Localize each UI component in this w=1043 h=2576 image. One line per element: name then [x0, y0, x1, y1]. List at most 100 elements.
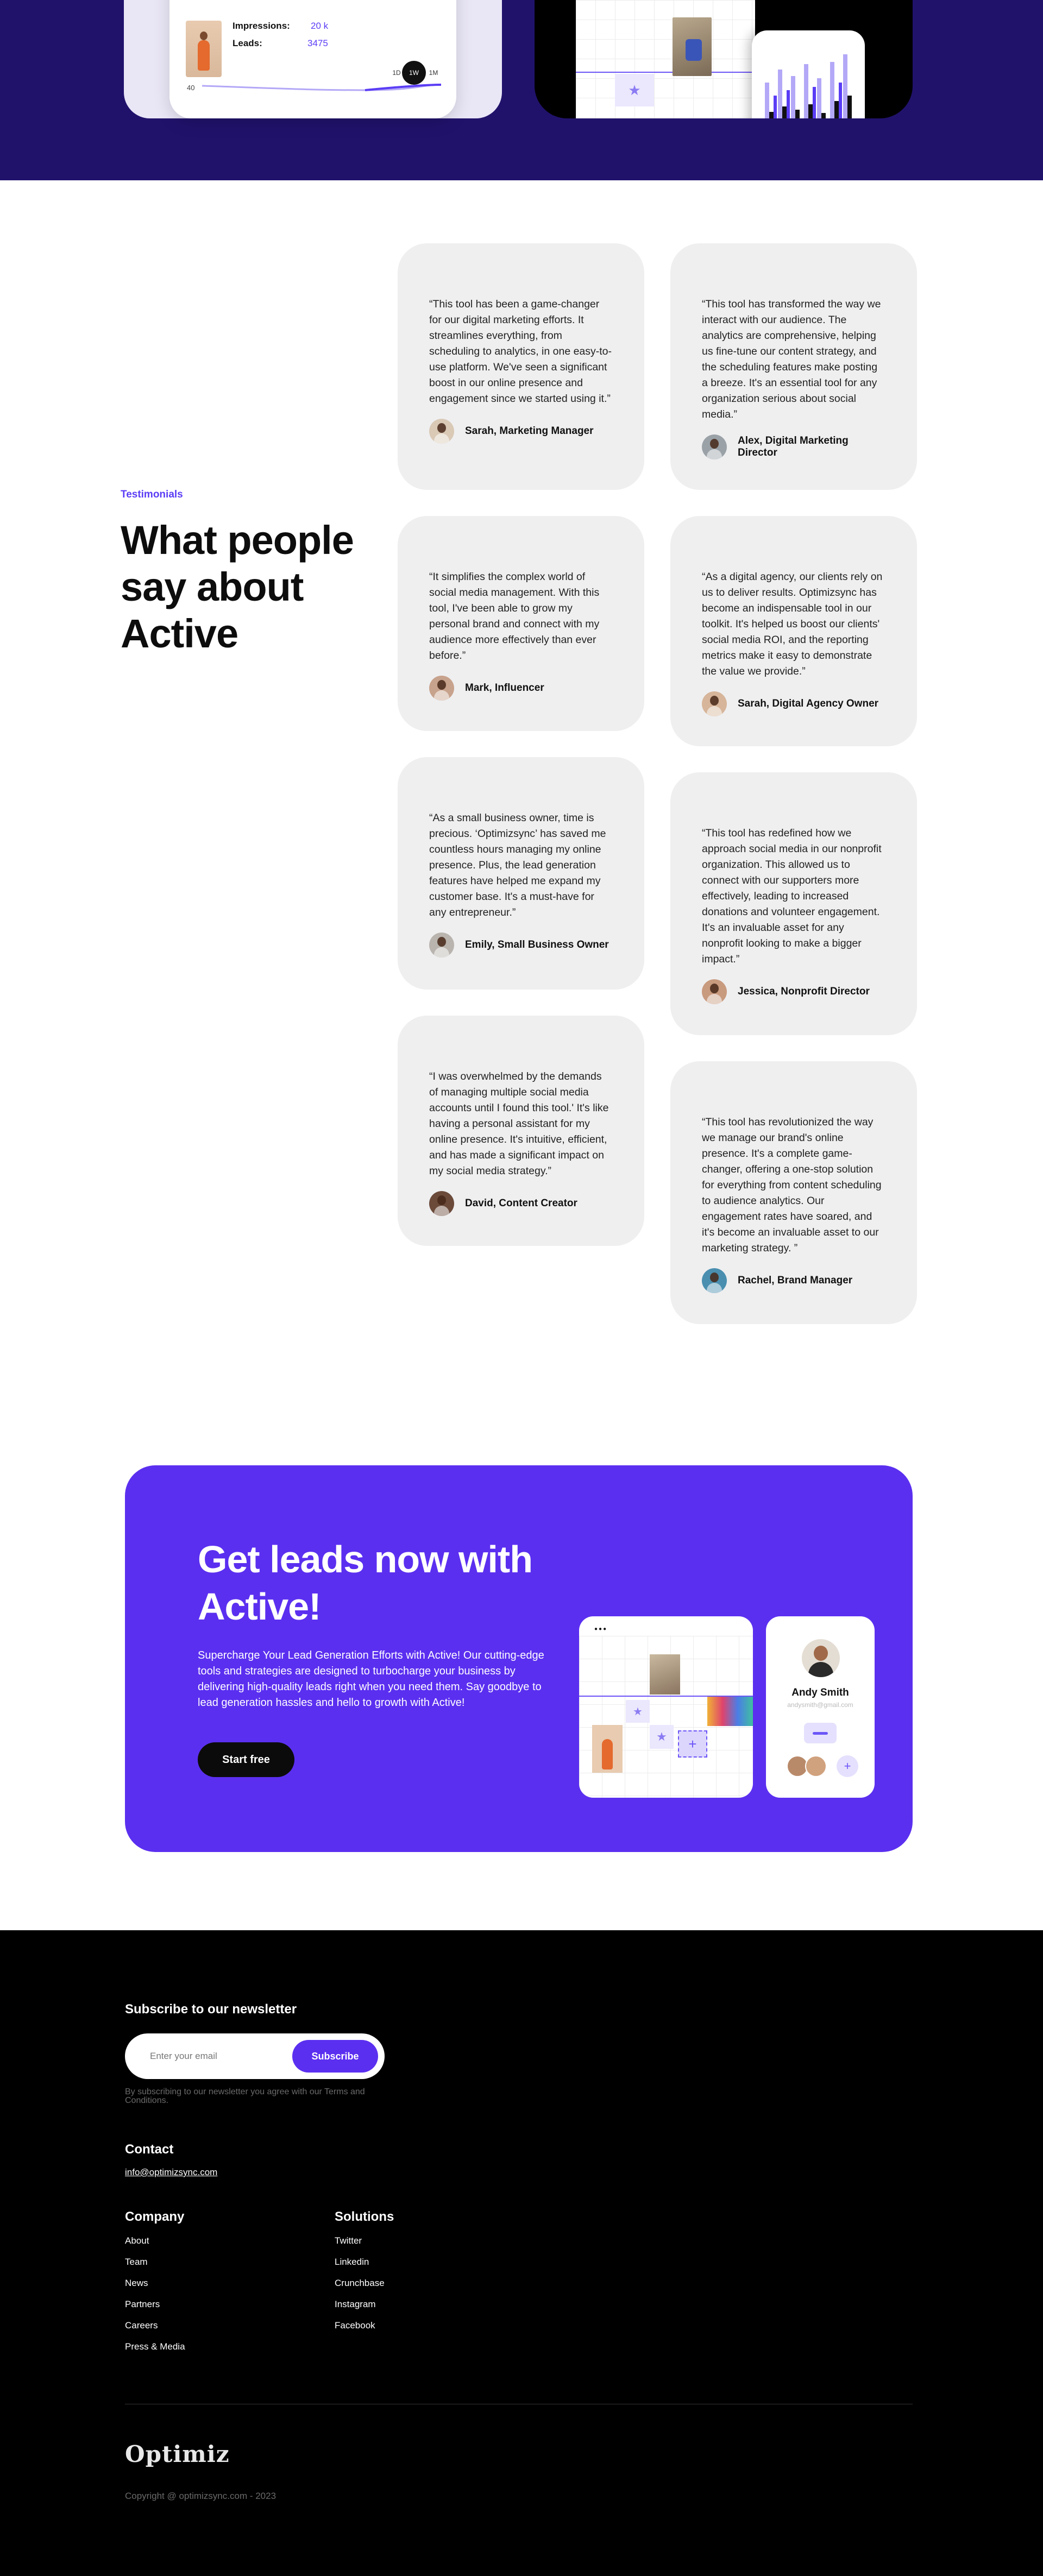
footer-link-instagram[interactable]: Instagram: [335, 2299, 376, 2310]
newsletter-title: Subscribe to our newsletter: [125, 2002, 297, 2017]
profile-card: Andy Smith andysmith@gmail.com +: [766, 1616, 875, 1798]
axis-value: 40: [187, 84, 195, 92]
solutions-title: Solutions: [335, 2209, 394, 2224]
leads-value: 3475: [307, 38, 328, 48]
hero-bottom-band: Impressions: 20 k Leads: 3475 1D 1W 1M 4…: [0, 0, 1043, 180]
testimonial-card: “This tool has transformed the way we in…: [670, 243, 917, 490]
testimonial-quote: “It simplifies the complex world of soci…: [429, 571, 600, 662]
brand-logo[interactable]: Optimiz: [125, 2441, 230, 2467]
footer-link-linkedin[interactable]: Linkedin: [335, 2257, 369, 2268]
testimonial-author: Mark, Influencer: [429, 676, 613, 701]
testimonial-quote: “I was overwhelmed by the demands of man…: [429, 1070, 609, 1177]
avatar: [702, 979, 727, 1004]
contact-title: Contact: [125, 2142, 174, 2157]
star-icon: ★: [650, 1725, 674, 1749]
start-free-button[interactable]: Start free: [198, 1742, 294, 1777]
add-user-icon[interactable]: +: [837, 1755, 858, 1777]
avatar: [429, 1191, 454, 1216]
avatar: [702, 1268, 727, 1293]
testimonials-title: What people say about Active: [121, 518, 354, 656]
avatar: [802, 1639, 840, 1677]
testimonial-author: Jessica, Nonprofit Director: [702, 979, 885, 1004]
leads-label: Leads:: [233, 38, 262, 48]
avatar: [702, 691, 727, 716]
testimonial-quote: “This tool has redefined how we approach…: [702, 827, 882, 965]
author-name: Alex, Digital Marketing Director: [738, 435, 849, 458]
avatar: [702, 434, 727, 459]
grid-divider-line: [576, 72, 755, 73]
testimonial-author: Sarah, Marketing Manager: [429, 419, 613, 444]
newsletter-form: Subscribe: [125, 2033, 385, 2079]
copyright: Copyright @ optimizsync.com - 2023: [125, 2491, 277, 2501]
impressions-sparkline: [202, 84, 441, 91]
testimonial-card: “This tool has revolutionized the way we…: [670, 1061, 917, 1324]
testimonial-card: “As a small business owner, time is prec…: [398, 757, 644, 990]
profile-email: andysmith@gmail.com: [787, 1701, 853, 1709]
testimonial-card: “As a digital agency, our clients rely o…: [670, 516, 917, 746]
analytics-preview-card: Impressions: 20 k Leads: 3475 1D 1W 1M 4…: [124, 0, 502, 118]
impressions-value: 20 k: [311, 21, 329, 31]
testimonial-quote: “As a digital agency, our clients rely o…: [702, 571, 883, 677]
star-icon: ★: [615, 74, 654, 106]
testimonial-author: Alex, Digital Marketing Director: [702, 434, 885, 459]
footer-link-twitter[interactable]: Twitter: [335, 2235, 362, 2246]
minus-button[interactable]: [804, 1723, 837, 1743]
cta-title: Get leads now with Active!: [198, 1538, 533, 1628]
testimonial-quote: “As a small business owner, time is prec…: [429, 812, 606, 918]
window-dots-icon: ●●●: [594, 1626, 608, 1632]
content-grid: [576, 0, 755, 118]
influencer-thumbnail: [186, 21, 222, 77]
testimonial-quote: “This tool has been a game-changer for o…: [429, 298, 612, 405]
content-grid-preview-card: ★: [535, 0, 913, 118]
testimonial-card: “I was overwhelmed by the demands of man…: [398, 1016, 644, 1246]
analytics-preview-inner: Impressions: 20 k Leads: 3475 1D 1W 1M 4…: [169, 0, 456, 118]
avatar: [429, 676, 454, 701]
company-title: Company: [125, 2209, 185, 2224]
avatar: [805, 1755, 827, 1777]
contact-email-link[interactable]: info@optimizsync.com: [125, 2167, 217, 2178]
author-name: Sarah, Marketing Manager: [465, 425, 594, 437]
content-photo: [592, 1725, 623, 1773]
author-name: Rachel, Brand Manager: [738, 1275, 853, 1286]
content-photo: [673, 17, 712, 76]
impressions-label: Impressions:: [233, 21, 290, 31]
testimonial-author: Emily, Small Business Owner: [429, 933, 613, 958]
content-grid-card: ●●● ★ ★ +: [579, 1616, 753, 1798]
star-icon: ★: [626, 1700, 650, 1723]
testimonials-eyebrow: Testimonials: [121, 489, 183, 500]
newsletter-note: By subscribing to our newsletter you agr…: [125, 2087, 365, 2105]
footer-link-partners[interactable]: Partners: [125, 2299, 160, 2310]
cta-text: Supercharge Your Lead Generation Efforts…: [198, 1649, 544, 1709]
add-content-icon[interactable]: +: [678, 1730, 707, 1758]
testimonial-author: Rachel, Brand Manager: [702, 1268, 885, 1293]
footer-link-press[interactable]: Press & Media: [125, 2341, 185, 2352]
footer-link-about[interactable]: About: [125, 2235, 149, 2246]
footer-link-facebook[interactable]: Facebook: [335, 2320, 375, 2331]
avatar: [429, 933, 454, 958]
footer-link-careers[interactable]: Careers: [125, 2320, 158, 2331]
author-name: Mark, Influencer: [465, 682, 544, 694]
bar-chart-preview: [752, 30, 865, 118]
subscribe-button[interactable]: Subscribe: [292, 2040, 378, 2073]
testimonial-quote: “This tool has revolutionized the way we…: [702, 1116, 882, 1254]
testimonial-author: David, Content Creator: [429, 1191, 613, 1216]
email-input[interactable]: [125, 2033, 288, 2079]
author-name: Jessica, Nonprofit Director: [738, 986, 870, 997]
avatar: [429, 419, 454, 444]
author-name: David, Content Creator: [465, 1198, 577, 1209]
footer: Subscribe to our newsletter Subscribe By…: [0, 1930, 1043, 2576]
testimonial-card: “This tool has redefined how we approach…: [670, 772, 917, 1035]
testimonial-quote: “This tool has transformed the way we in…: [702, 298, 881, 420]
footer-link-news[interactable]: News: [125, 2278, 148, 2289]
content-photo: [650, 1654, 680, 1695]
testimonial-author: Sarah, Digital Agency Owner: [702, 691, 885, 716]
profile-name: Andy Smith: [791, 1687, 849, 1698]
cta-section: Get leads now with Active! Supercharge Y…: [125, 1465, 913, 1852]
content-photo: [707, 1697, 753, 1726]
author-name: Sarah, Digital Agency Owner: [738, 698, 879, 709]
bar-chart-preview-graphic: [765, 54, 852, 118]
testimonial-card: “This tool has been a game-changer for o…: [398, 243, 644, 490]
testimonial-card: “It simplifies the complex world of soci…: [398, 516, 644, 731]
footer-link-team[interactable]: Team: [125, 2257, 148, 2268]
footer-link-crunchbase[interactable]: Crunchbase: [335, 2278, 385, 2289]
